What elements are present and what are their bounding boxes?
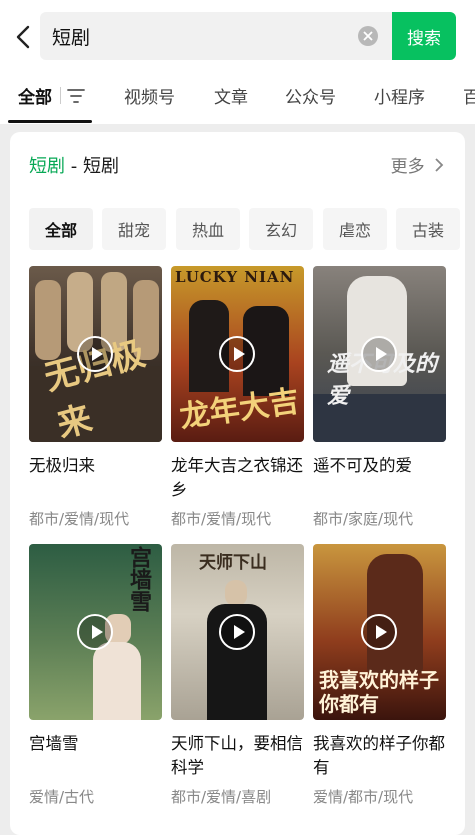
play-icon[interactable] — [219, 336, 255, 372]
section-keyword: 短剧 — [29, 156, 65, 177]
drama-poster[interactable]: 我喜欢的样子你都有 — [313, 544, 446, 720]
play-icon[interactable] — [361, 336, 397, 372]
play-icon[interactable] — [361, 614, 397, 650]
poster-title-art: 天师下山 — [199, 553, 267, 573]
search-button[interactable]: 搜索 — [392, 12, 456, 60]
chip-action[interactable]: 热血 — [176, 208, 240, 250]
search-query-text: 短剧 — [52, 27, 91, 49]
chip-all[interactable]: 全部 — [29, 208, 93, 250]
chip-tragic-romance[interactable]: 虐恋 — [323, 208, 387, 250]
chip-fantasy[interactable]: 玄幻 — [249, 208, 313, 250]
chip-sweet[interactable]: 甜宠 — [102, 208, 166, 250]
play-icon[interactable] — [219, 614, 255, 650]
drama-poster[interactable]: 遥不可及的爱 — [313, 266, 446, 442]
more-link[interactable]: 更多 — [391, 152, 444, 177]
drama-tags: 都市/爱情/现代 — [29, 510, 130, 528]
tab-official-accounts[interactable]: 公众号 — [285, 83, 336, 108]
drama-poster[interactable]: 天师下山 — [171, 544, 304, 720]
drama-tags: 爱情/古代 — [29, 788, 95, 806]
tab-mini-programs[interactable]: 小程序 — [374, 83, 425, 108]
tab-all[interactable]: 全部 — [18, 83, 52, 108]
filter-icon[interactable] — [67, 88, 85, 108]
drama-tags: 都市/家庭/现代 — [313, 510, 414, 528]
search-tabs: 全部 视频号 文章 公众号 小程序 百 — [0, 74, 475, 124]
short-drama-card: 短剧 - 短剧 更多 全部 甜宠 热血 玄幻 虐恋 古装 无归极来 LUCKY … — [10, 132, 465, 835]
drama-tags: 都市/爱情/现代 — [171, 510, 272, 528]
chip-costume[interactable]: 古装 — [396, 208, 460, 250]
section-separator: - — [65, 156, 83, 177]
tab-baike[interactable]: 百 — [463, 83, 475, 108]
more-label: 更多 — [390, 157, 425, 177]
poster-title-art: 宫墙雪 — [126, 546, 152, 612]
chevron-right-icon — [435, 158, 444, 172]
drama-title[interactable]: 天师下山，要相信科学 — [171, 732, 307, 780]
drama-title[interactable]: 无极归来 — [29, 454, 165, 478]
tab-articles[interactable]: 文章 — [214, 83, 248, 108]
play-icon[interactable] — [77, 336, 113, 372]
drama-poster[interactable]: 宫墙雪 — [29, 544, 162, 720]
poster-banner-text: LUCKY NIAN — [175, 268, 295, 286]
clear-icon[interactable] — [358, 26, 378, 46]
drama-title[interactable]: 宫墙雪 — [29, 732, 165, 756]
section-title-text: 短剧 — [82, 156, 119, 177]
drama-title[interactable]: 龙年大吉之衣锦还乡 — [171, 454, 307, 502]
drama-title[interactable]: 遥不可及的爱 — [313, 454, 449, 478]
poster-title-art: 我喜欢的样子你都有 — [319, 668, 439, 716]
drama-tags: 爱情/都市/现代 — [313, 788, 414, 806]
drama-poster[interactable]: 无归极来 — [29, 266, 162, 442]
drama-tags: 都市/爱情/喜剧 — [171, 788, 272, 806]
back-arrow-icon[interactable] — [12, 22, 38, 52]
tab-divider — [60, 87, 61, 104]
active-tab-indicator — [8, 120, 92, 123]
drama-title[interactable]: 我喜欢的样子你都有 — [313, 732, 449, 780]
top-bar: 短剧 搜索 — [0, 0, 475, 74]
search-input[interactable]: 短剧 — [40, 12, 392, 60]
drama-poster[interactable]: LUCKY NIAN 龙年大吉 — [171, 266, 304, 442]
section-title: 短剧 - 短剧 — [29, 152, 119, 178]
play-icon[interactable] — [77, 614, 113, 650]
tab-channels[interactable]: 视频号 — [124, 83, 175, 108]
